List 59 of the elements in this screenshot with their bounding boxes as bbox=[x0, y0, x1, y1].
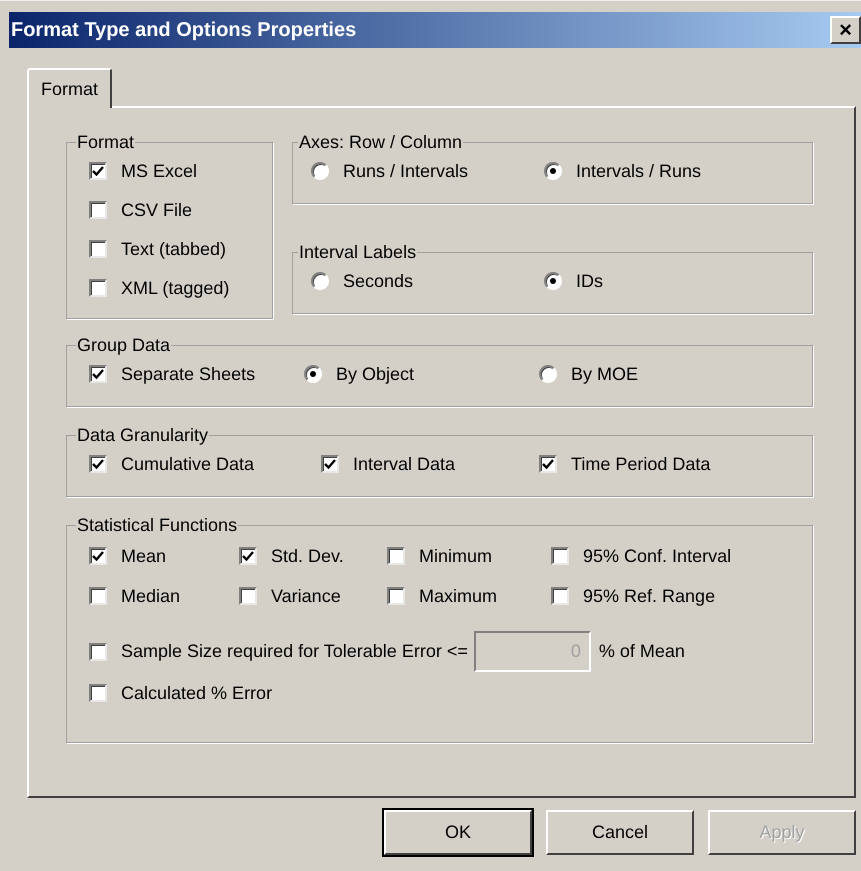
checkbox[interactable] bbox=[89, 201, 107, 219]
option-label: MS Excel bbox=[121, 160, 198, 182]
radio-button[interactable] bbox=[544, 162, 562, 180]
option-label: By Object bbox=[336, 362, 414, 386]
group-title: Interval Labels bbox=[298, 242, 418, 262]
checkbox[interactable] bbox=[89, 279, 107, 297]
group-title: Group Data bbox=[76, 335, 172, 355]
radio-button[interactable] bbox=[311, 162, 329, 180]
option-label: Median bbox=[121, 584, 180, 608]
group-title: Format bbox=[76, 132, 136, 152]
option-label: Maximum bbox=[419, 584, 498, 608]
unit-label: % of Mean bbox=[598, 640, 685, 663]
radio-button[interactable] bbox=[304, 365, 322, 383]
checkbox[interactable] bbox=[89, 365, 107, 383]
group-title: Data Granularity bbox=[76, 425, 210, 445]
group-title: Axes: Row / Column bbox=[298, 132, 464, 152]
option-label: Std. Dev. bbox=[271, 544, 344, 568]
option-label: Time Period Data bbox=[571, 452, 710, 476]
option-label: Interval Data bbox=[353, 452, 456, 476]
checkbox[interactable] bbox=[551, 587, 569, 605]
checkbox[interactable] bbox=[551, 547, 569, 565]
checkbox[interactable] bbox=[387, 547, 405, 565]
radio-button[interactable] bbox=[544, 272, 562, 290]
tab[interactable]: Format bbox=[27, 68, 112, 108]
checkbox[interactable] bbox=[89, 587, 107, 605]
checkbox[interactable] bbox=[89, 547, 107, 565]
option-label: 95% Conf. Interval bbox=[583, 544, 732, 568]
radio-button[interactable] bbox=[539, 365, 557, 383]
dialog-button[interactable]: Cancel bbox=[546, 810, 694, 855]
option-label: Calculated % Error bbox=[121, 682, 272, 704]
option-label: Intervals / Runs bbox=[576, 160, 702, 182]
option-label: IDs bbox=[576, 270, 603, 292]
checkbox[interactable] bbox=[239, 547, 257, 565]
option-label: Minimum bbox=[419, 544, 492, 568]
option-label: Separate Sheets bbox=[121, 362, 256, 386]
checkbox[interactable] bbox=[321, 455, 339, 473]
option-label: Cumulative Data bbox=[121, 452, 254, 476]
option-label: XML (tagged) bbox=[121, 276, 230, 300]
checkbox[interactable] bbox=[239, 587, 257, 605]
window-title: Format Type and Options Properties bbox=[11, 18, 356, 43]
radio-button[interactable] bbox=[311, 272, 329, 290]
checkbox[interactable] bbox=[539, 455, 557, 473]
checkbox[interactable] bbox=[387, 587, 405, 605]
dialog-button[interactable]: OK bbox=[384, 810, 532, 855]
option-label: 95% Ref. Range bbox=[583, 584, 716, 608]
checkbox[interactable] bbox=[89, 240, 107, 258]
group-title: Statistical Functions bbox=[76, 515, 238, 535]
option-label: Variance bbox=[271, 584, 341, 608]
close-button[interactable]: × bbox=[830, 16, 861, 44]
option-label: Text (tabbed) bbox=[121, 238, 226, 261]
checkbox[interactable] bbox=[89, 455, 107, 473]
option-label: Mean bbox=[121, 544, 166, 568]
option-label: CSV File bbox=[121, 198, 192, 222]
option-label: Sample Size required for Tolerable Error <= bbox=[121, 640, 468, 663]
option-label: Runs / Intervals bbox=[343, 160, 468, 182]
option-label: Seconds bbox=[343, 270, 414, 292]
option-label: By MOE bbox=[571, 362, 638, 386]
checkbox[interactable] bbox=[89, 162, 107, 180]
checkbox[interactable] bbox=[89, 684, 107, 702]
